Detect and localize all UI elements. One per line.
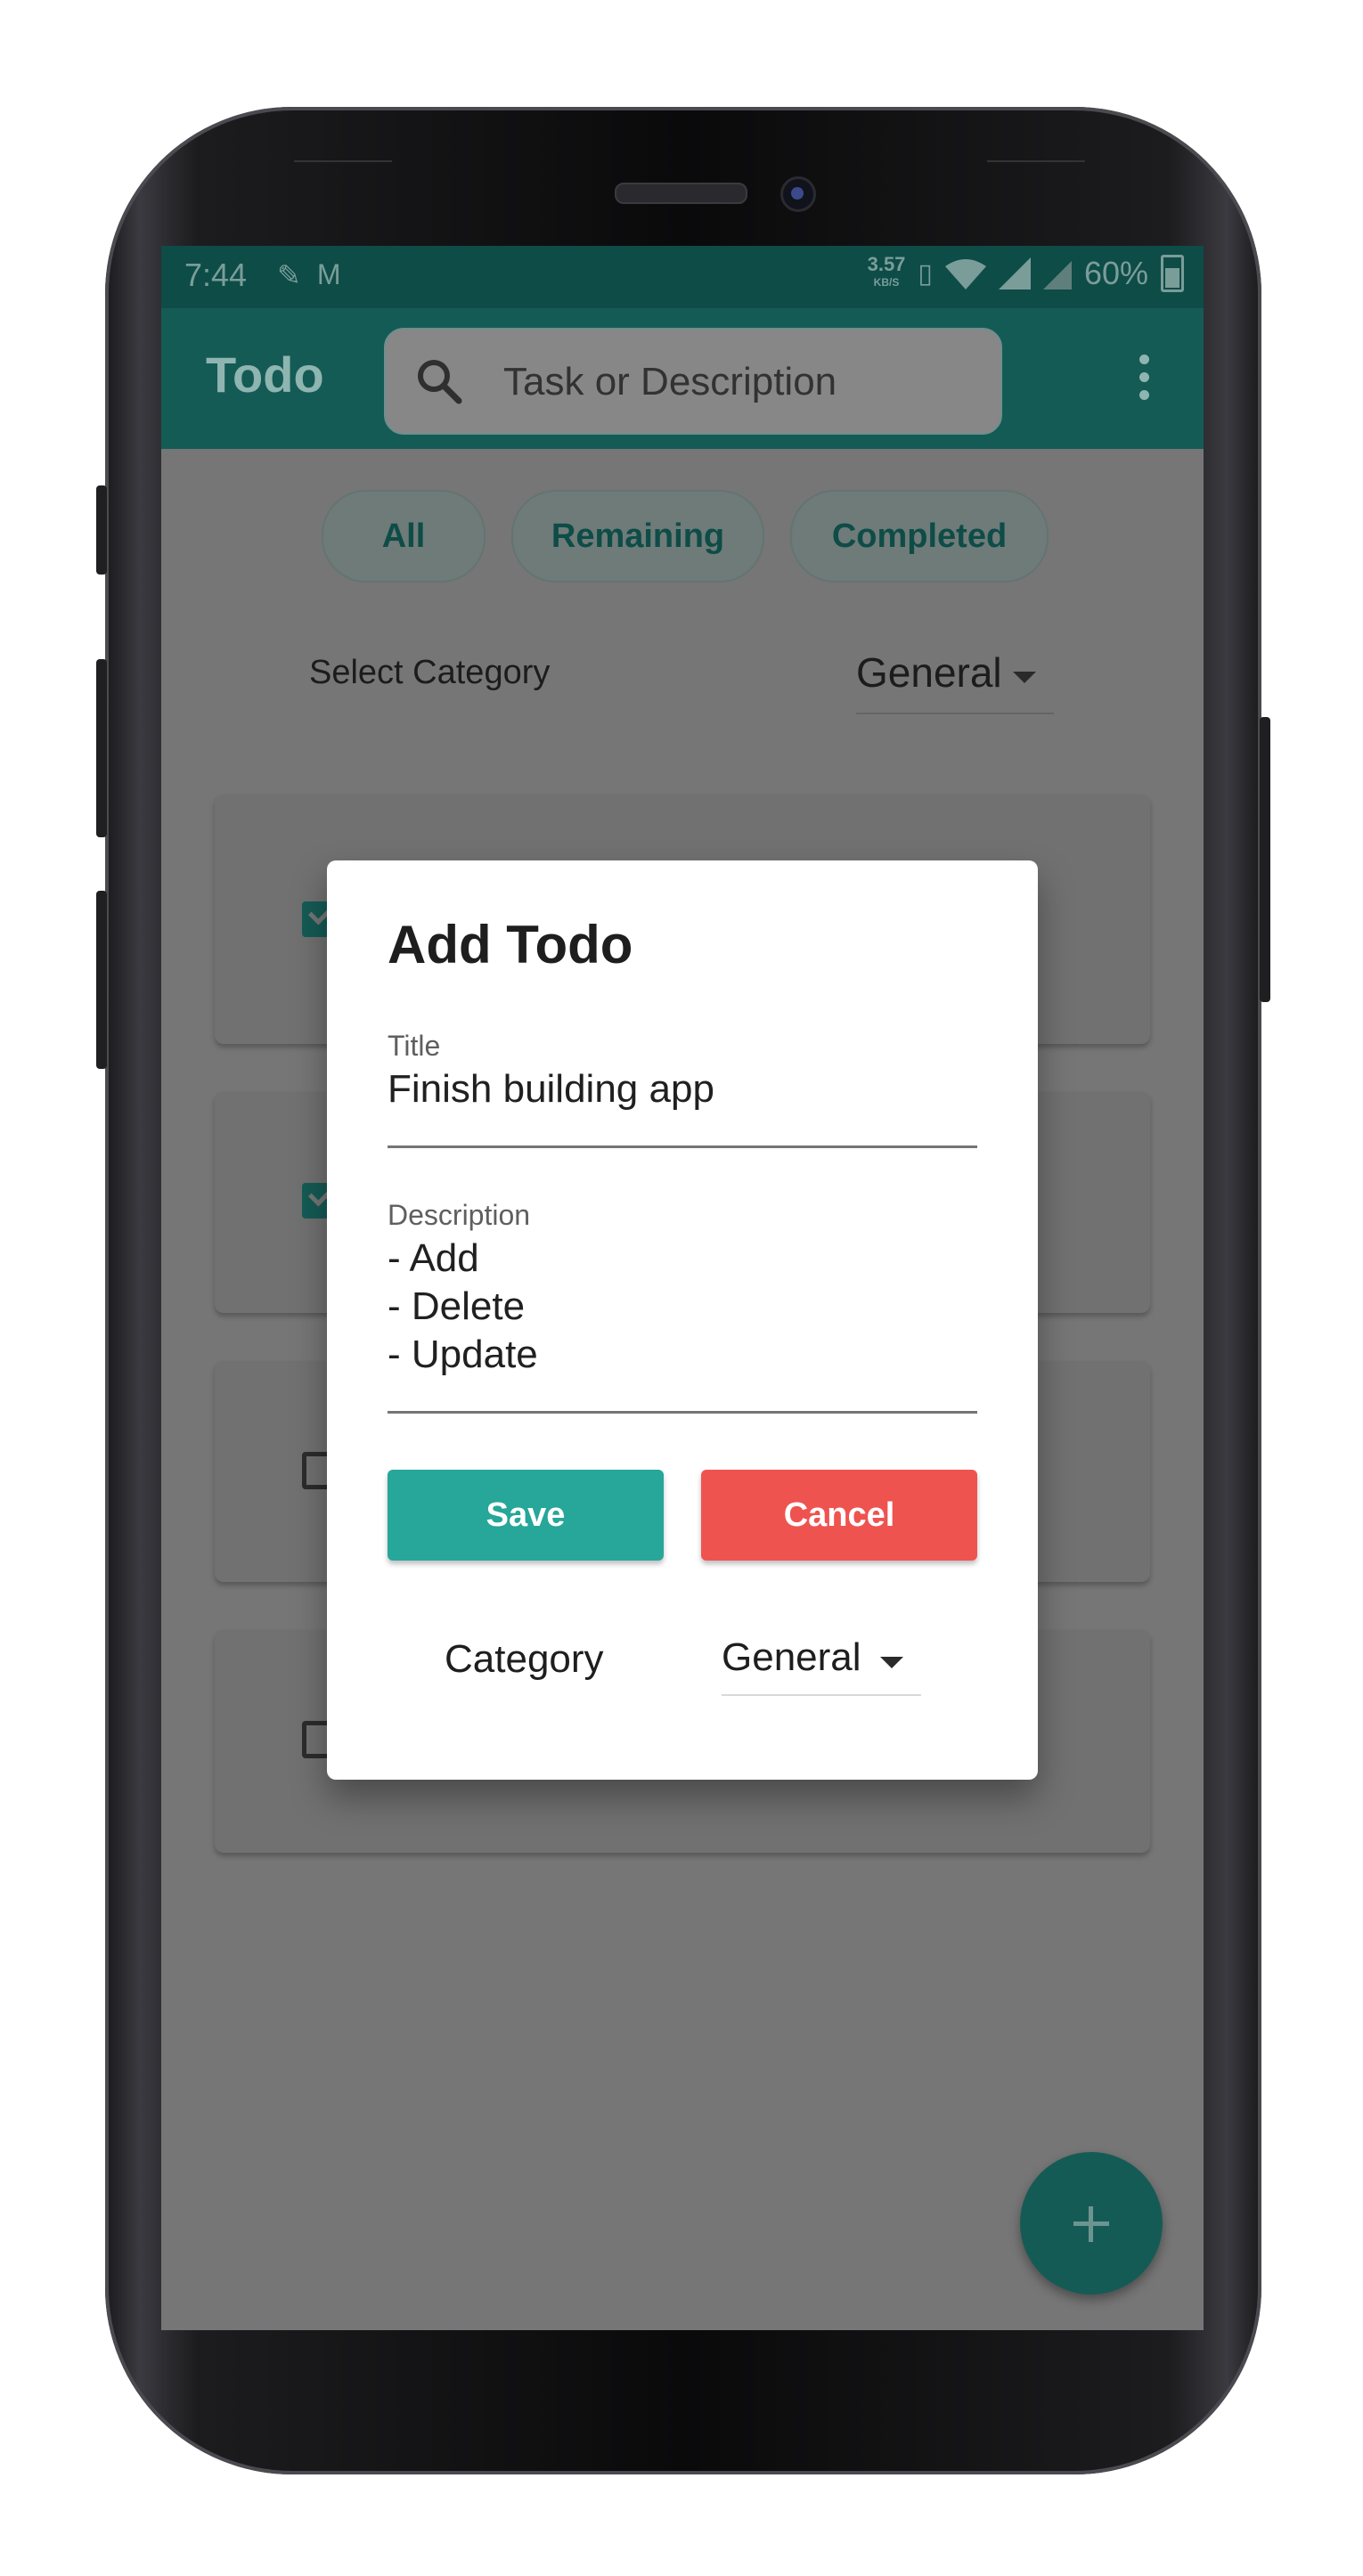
add-todo-dialog: Add Todo Title Finish building app Descr… [327,860,1038,1780]
dialog-title: Add Todo [388,915,633,974]
title-field-underline [388,1145,977,1148]
phone-volume-up [96,659,107,837]
app-title: Todo [206,346,324,403]
chevron-down-icon [1013,672,1036,683]
description-line: - Update [388,1333,538,1376]
net-speed-unit: KB/S [873,276,900,289]
add-todo-fab[interactable] [1020,2152,1163,2295]
app-bar: Todo [161,308,1204,449]
title-field-input[interactable]: Finish building app [388,1067,714,1112]
more-options-icon[interactable] [1138,355,1150,408]
dialog-category-dropdown[interactable]: General [722,1626,921,1696]
search-input[interactable] [502,355,968,410]
search-box[interactable] [384,328,1002,435]
save-button[interactable]: Save [388,1470,664,1561]
description-field-underline [388,1411,977,1414]
dialog-category-label: Category [445,1637,604,1681]
description-line: - Delete [388,1284,526,1328]
net-speed-value: 3.57 [867,253,906,275]
dialog-category-value: General [722,1635,861,1679]
earpiece [615,183,747,204]
phone-side-button [96,485,107,575]
filter-chip-all[interactable]: All [322,490,486,583]
description-field-label: Description [388,1199,531,1231]
category-dropdown-value: General [856,649,1002,696]
front-camera [780,176,816,212]
description-field-input[interactable]: - Add - Delete - Update [388,1235,538,1379]
screen: 7:44 ✎ M 3.57 KB/S ▯ 60% Todo Task or De… [161,246,1204,2330]
frame-line-right [987,160,1085,162]
signal-2-icon [1042,261,1072,289]
status-time: 7:44 [184,257,248,293]
notification-icon: ✎ [277,259,301,291]
battery-icon [1161,255,1184,292]
status-left-icons: ✎ M [277,258,340,292]
title-field-label: Title [388,1030,441,1062]
gmail-icon: M [316,258,341,290]
select-category-label: Select Category [309,654,551,691]
status-bar: 7:44 ✎ M 3.57 KB/S ▯ 60% [161,246,1204,308]
status-right-icons: 3.57 KB/S ▯ 60% [868,255,1184,292]
chevron-down-icon [880,1657,903,1668]
battery-percent: 60% [1083,255,1148,291]
phone-volume-down [96,891,107,1069]
category-dropdown[interactable]: General [856,640,1054,714]
signal-icon [998,257,1031,289]
filter-chip-completed[interactable]: Completed [790,490,1049,583]
frame-line-left [294,160,392,162]
search-icon [418,360,462,404]
phone-power-button [1260,717,1270,1002]
vibrate-icon: ▯ [918,258,933,289]
description-line: - Add [388,1236,479,1280]
wifi-icon [944,259,986,289]
cancel-button[interactable]: Cancel [701,1470,977,1561]
net-speed: 3.57 KB/S [867,253,906,291]
filter-chip-remaining[interactable]: Remaining [511,490,764,583]
